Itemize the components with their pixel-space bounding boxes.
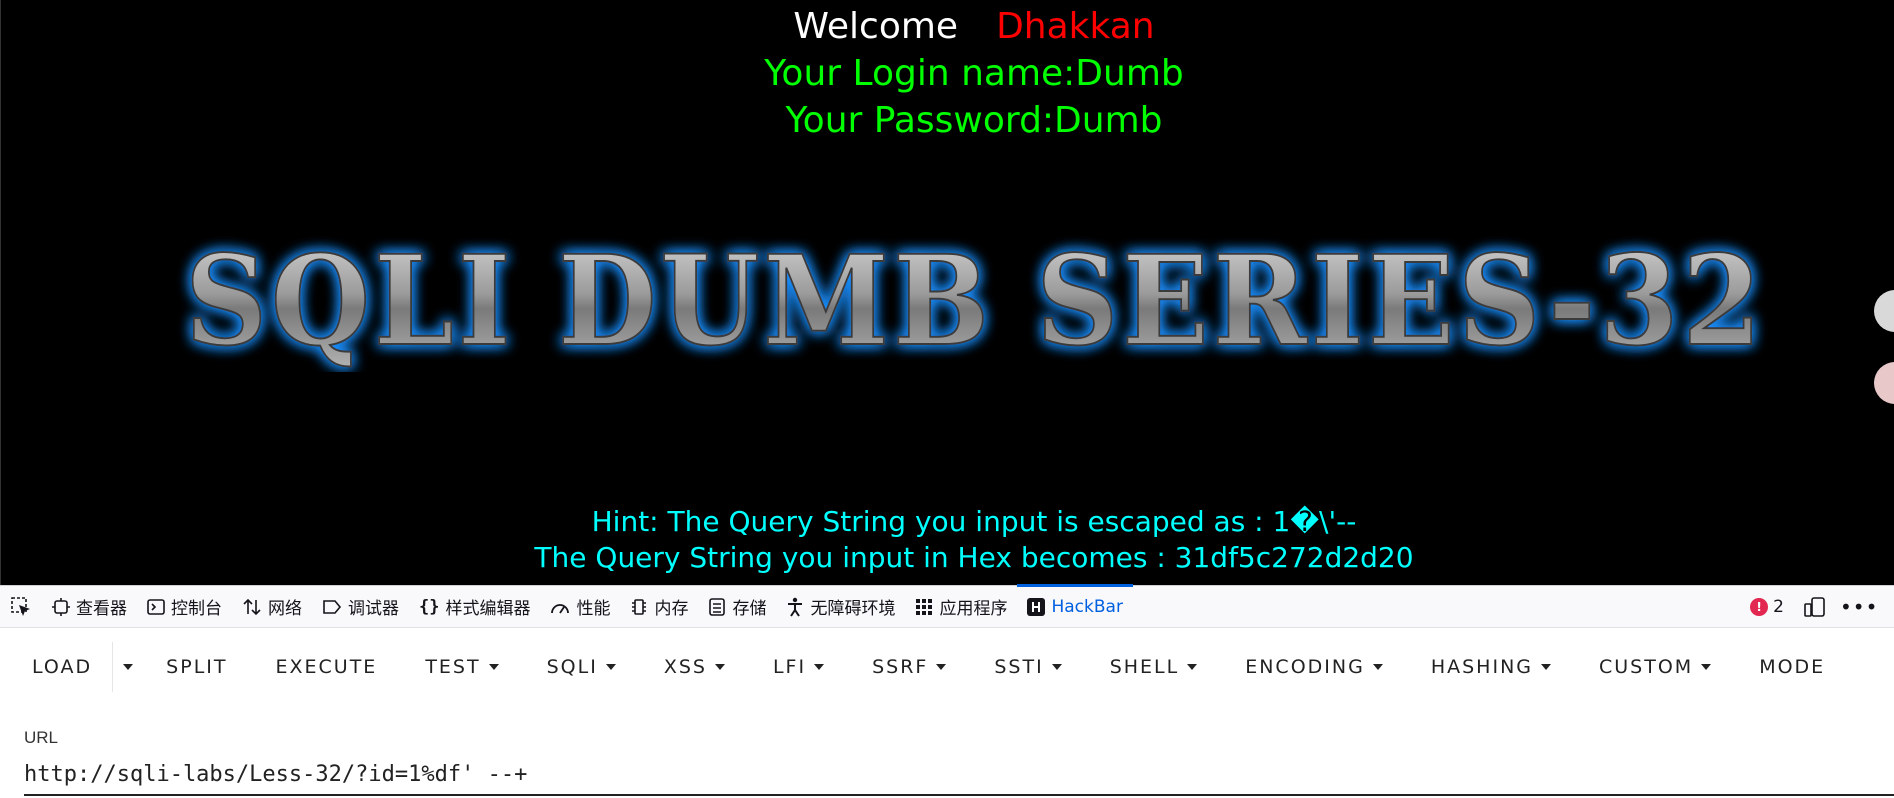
chevron-down-icon bbox=[1541, 664, 1551, 670]
tab-debugger[interactable]: 调试器 bbox=[312, 585, 409, 628]
more-options-icon[interactable]: ••• bbox=[1840, 595, 1878, 619]
lfi-label: LFI bbox=[772, 656, 807, 678]
url-section: URL bbox=[0, 706, 1894, 798]
page-edge-button[interactable] bbox=[1874, 290, 1894, 332]
tab-label: 网络 bbox=[268, 599, 302, 619]
password-line: Your Password:Dumb bbox=[785, 100, 1163, 141]
tab-performance[interactable]: 性能 bbox=[540, 585, 620, 628]
chevron-down-icon bbox=[605, 664, 616, 670]
hint-hex-string: The Query String you input in Hex become… bbox=[534, 541, 1414, 574]
tab-label: 应用程序 bbox=[939, 599, 1008, 619]
tab-label: 控制台 bbox=[171, 599, 222, 619]
element-picker-icon[interactable] bbox=[0, 585, 42, 628]
chevron-down-icon bbox=[1701, 664, 1712, 670]
mode-menu-button[interactable]: MODE bbox=[1735, 642, 1849, 692]
debugger-icon bbox=[323, 599, 342, 614]
split-button[interactable]: SPLIT bbox=[142, 642, 251, 692]
encoding-menu-button[interactable]: ENCODING bbox=[1221, 642, 1407, 692]
tab-inspector[interactable]: 查看器 bbox=[42, 585, 137, 628]
tab-application[interactable]: 应用程序 bbox=[905, 585, 1017, 628]
url-label: URL bbox=[24, 728, 59, 747]
welcome-message: Welcome Dhakkan bbox=[1, 6, 1894, 47]
chevron-down-icon bbox=[936, 664, 947, 670]
split-label: SPLIT bbox=[166, 656, 228, 678]
url-input[interactable] bbox=[24, 754, 1894, 796]
welcome-prefix: Welcome bbox=[793, 6, 959, 47]
tab-label: 样式编辑器 bbox=[445, 599, 531, 619]
hackbar-toolbar: LOAD SPLIT EXECUTE TEST SQLI XSS LFI SSR… bbox=[0, 628, 1894, 706]
storage-icon bbox=[709, 597, 726, 616]
chevron-down-icon bbox=[814, 664, 825, 670]
inspector-icon bbox=[52, 597, 70, 616]
tab-label: 无障碍环境 bbox=[810, 599, 896, 619]
shell-label: SHELL bbox=[1109, 656, 1180, 678]
memory-icon bbox=[632, 598, 647, 615]
execute-button[interactable]: EXECUTE bbox=[252, 642, 402, 692]
chevron-down-icon bbox=[488, 664, 499, 670]
load-dropdown-button[interactable] bbox=[112, 642, 142, 692]
mode-label: MODE bbox=[1759, 656, 1826, 678]
hint-escaped-string: Hint: The Query String you input is esca… bbox=[591, 505, 1357, 538]
tab-network[interactable]: 网络 bbox=[232, 585, 312, 628]
xss-menu-button[interactable]: XSS bbox=[640, 642, 749, 692]
error-icon: ! bbox=[1750, 597, 1769, 616]
welcome-username: Dhakkan bbox=[996, 6, 1155, 47]
console-icon bbox=[147, 598, 165, 615]
lfi-menu-button[interactable]: LFI bbox=[749, 642, 848, 692]
banner-text: SQLI DUMB SERIES-32 bbox=[185, 232, 1765, 372]
sqli-label: SQLI bbox=[546, 656, 598, 678]
ssrf-menu-button[interactable]: SSRF bbox=[848, 642, 970, 692]
sqli-menu-button[interactable]: SQLI bbox=[523, 642, 640, 692]
tab-label: 内存 bbox=[654, 599, 689, 619]
chevron-down-icon bbox=[122, 664, 133, 670]
tab-hackbar[interactable]: HackBar bbox=[1017, 584, 1134, 628]
devtools-toolbar: 查看器 控制台 网络 调试器 {} 样式编辑器 性能 内存 存储 无障碍环境 应… bbox=[0, 584, 1894, 628]
chevron-down-icon bbox=[1187, 664, 1198, 670]
load-button[interactable]: LOAD bbox=[8, 642, 112, 692]
web-page-content: Welcome Dhakkan Your Login name:Dumb Your… bbox=[0, 0, 1894, 585]
tab-label: 查看器 bbox=[76, 599, 127, 619]
error-count: 2 bbox=[1773, 596, 1784, 617]
style-editor-icon: {} bbox=[419, 596, 440, 617]
custom-menu-button[interactable]: CUSTOM bbox=[1575, 642, 1735, 692]
login-name-line: Your Login name:Dumb bbox=[764, 53, 1184, 94]
custom-label: CUSTOM bbox=[1599, 656, 1694, 678]
series-banner-image: SQLI DUMB SERIES-32 bbox=[184, 232, 1765, 372]
chevron-down-icon bbox=[1372, 664, 1383, 670]
test-label: TEST bbox=[425, 656, 481, 678]
tab-console[interactable]: 控制台 bbox=[137, 585, 232, 628]
accessibility-icon bbox=[788, 597, 803, 617]
xss-label: XSS bbox=[663, 656, 707, 678]
tab-label: HackBar bbox=[1051, 596, 1123, 617]
load-label: LOAD bbox=[32, 656, 93, 678]
performance-icon bbox=[551, 603, 570, 613]
hashing-menu-button[interactable]: HASHING bbox=[1407, 642, 1575, 692]
hackbar-icon bbox=[1027, 597, 1046, 616]
tab-label: 性能 bbox=[576, 599, 611, 619]
hashing-label: HASHING bbox=[1430, 656, 1533, 678]
ssti-label: SSTI bbox=[994, 656, 1044, 678]
tab-style-editor[interactable]: {} 样式编辑器 bbox=[409, 585, 540, 628]
encoding-label: ENCODING bbox=[1245, 656, 1365, 678]
tab-memory[interactable]: 内存 bbox=[620, 585, 698, 628]
test-menu-button[interactable]: TEST bbox=[401, 642, 522, 692]
shell-menu-button[interactable]: SHELL bbox=[1086, 642, 1222, 692]
tab-accessibility[interactable]: 无障碍环境 bbox=[776, 585, 905, 628]
page-edge-button[interactable] bbox=[1874, 362, 1894, 404]
tab-label: 存储 bbox=[732, 599, 767, 619]
error-count-badge[interactable]: ! 2 bbox=[1750, 597, 1784, 617]
tab-label: 调试器 bbox=[348, 599, 399, 619]
execute-label: EXECUTE bbox=[275, 656, 378, 678]
ssti-menu-button[interactable]: SSTI bbox=[970, 642, 1085, 692]
tab-storage[interactable]: 存储 bbox=[698, 585, 776, 628]
chevron-down-icon bbox=[1051, 664, 1062, 670]
responsive-design-icon[interactable] bbox=[1804, 596, 1826, 618]
chevron-down-icon bbox=[714, 664, 725, 670]
application-icon bbox=[916, 598, 933, 615]
network-icon bbox=[243, 598, 261, 615]
ssrf-label: SSRF bbox=[872, 656, 929, 678]
